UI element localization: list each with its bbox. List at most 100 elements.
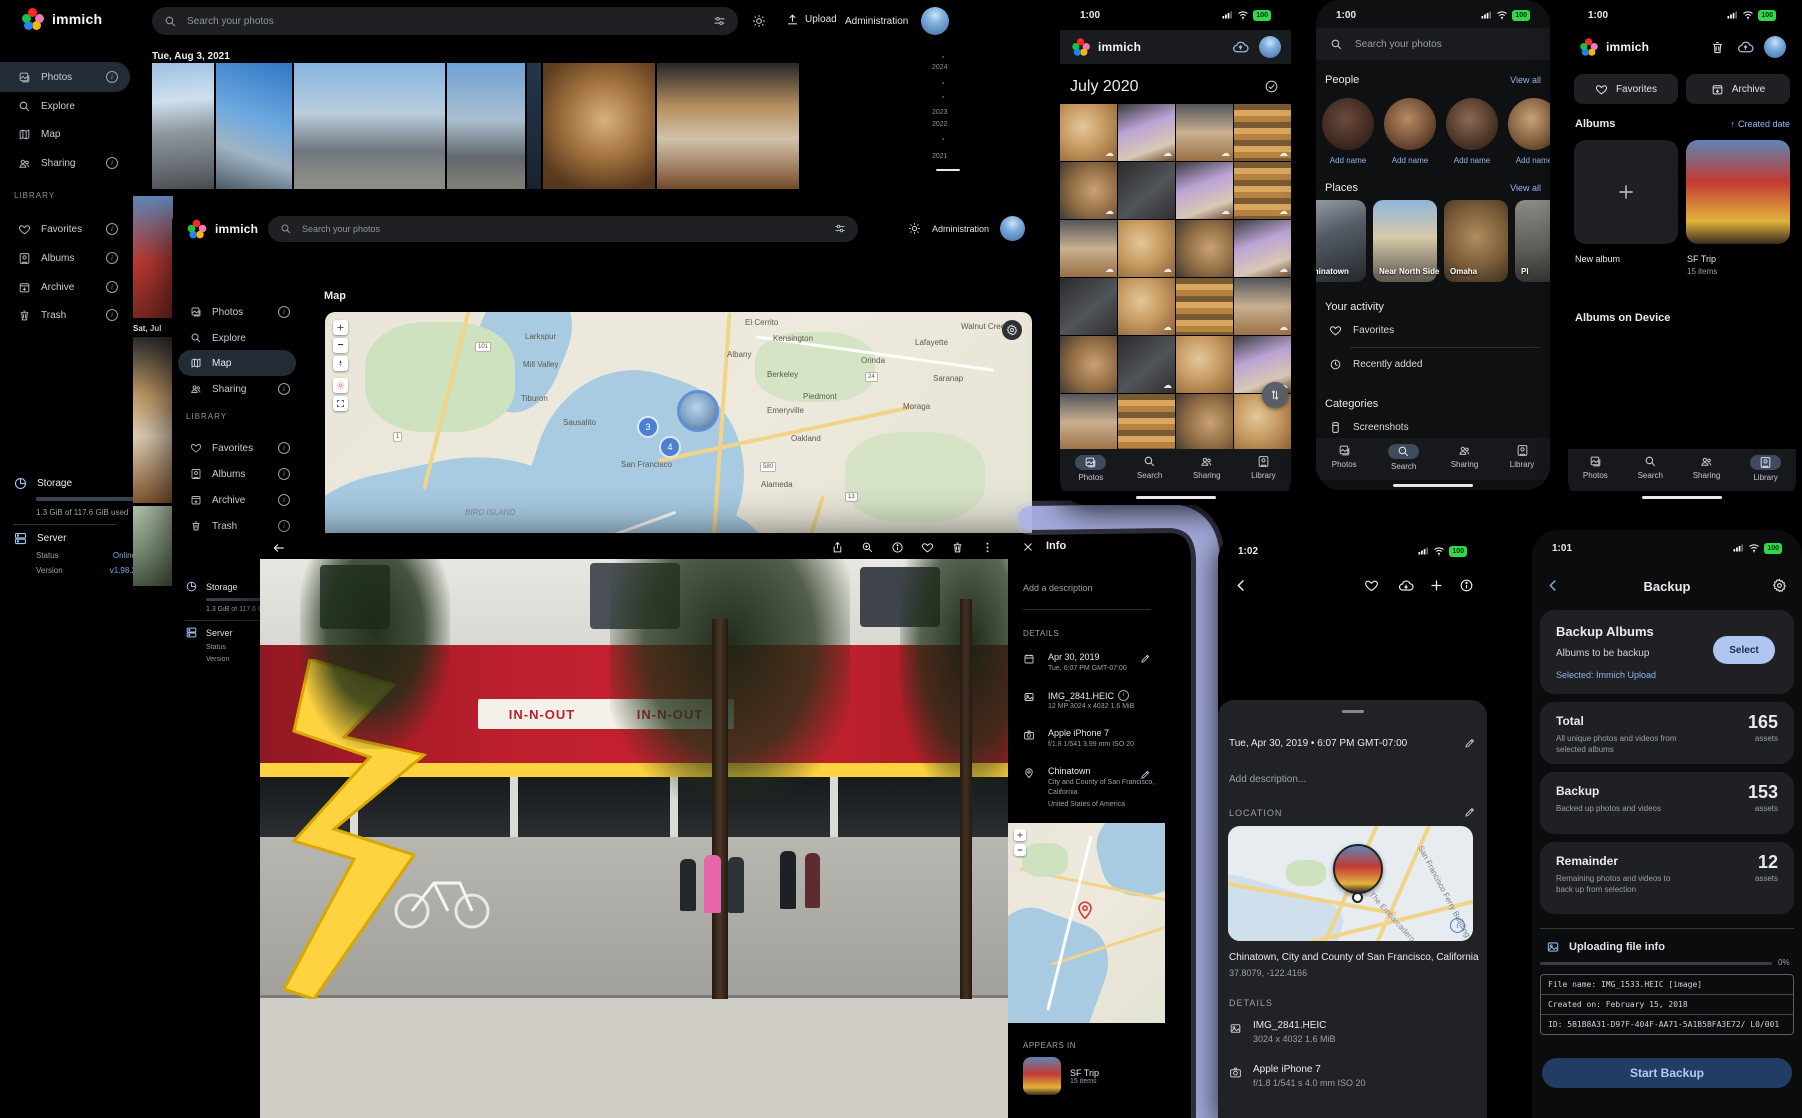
add-description-field[interactable]: Add description... — [1229, 774, 1306, 785]
photo-tile[interactable] — [1060, 394, 1117, 451]
photo-thumbnail[interactable] — [133, 337, 177, 503]
app-logo[interactable]: immich — [22, 8, 102, 30]
place-tile[interactable]: Near North Side — [1373, 200, 1437, 282]
photo-innout[interactable]: IN-N-OUT IN-N-OUT — [260, 559, 1008, 1118]
photo-tile[interactable]: ☁ — [1060, 104, 1117, 161]
info-circle-icon[interactable]: i — [106, 157, 118, 169]
sidebar-item-trash[interactable]: Trash i — [0, 301, 130, 329]
photo-tile[interactable] — [1118, 162, 1175, 219]
sidebar-item-explore[interactable]: Explore — [0, 92, 130, 120]
add-name-label[interactable]: Add name — [1446, 156, 1498, 165]
photo-tile[interactable] — [1060, 336, 1117, 393]
photo-tile[interactable]: ☁ — [1060, 220, 1117, 277]
edit-pencil-icon[interactable] — [1140, 769, 1151, 780]
info-icon[interactable] — [1459, 578, 1474, 593]
photo-tile[interactable]: ☁ — [1234, 162, 1291, 219]
nav-item-search[interactable]: Search — [1137, 455, 1162, 480]
photo-tile[interactable]: ☁ — [1118, 336, 1175, 393]
sheet-drag-handle[interactable] — [1342, 710, 1364, 713]
photo-thumbnail[interactable] — [294, 63, 445, 189]
place-tile[interactable]: Omaha — [1444, 200, 1508, 282]
photo-tile[interactable]: ☁ — [1234, 104, 1291, 161]
sidebar-item-favorites[interactable]: Favorites i — [172, 434, 300, 462]
sidebar-item-archive[interactable]: Archive i — [0, 273, 130, 301]
add-name-label[interactable]: Add name — [1508, 156, 1550, 165]
person-item[interactable]: Add name — [1322, 98, 1374, 165]
place-tile[interactable]: Pl — [1515, 200, 1550, 282]
edit-pencil-icon[interactable] — [1140, 653, 1151, 664]
people-view-all-link[interactable]: View all — [1510, 75, 1541, 85]
nav-item-library[interactable]: Library — [1750, 455, 1781, 482]
add-plus-icon[interactable] — [1429, 578, 1444, 593]
info-circle-icon[interactable]: i — [278, 520, 290, 532]
select-button[interactable]: Select — [1713, 636, 1775, 664]
new-album-card[interactable] — [1574, 140, 1678, 244]
back-chevron-icon[interactable] — [1234, 578, 1249, 593]
administration-button[interactable]: Administration — [932, 224, 989, 234]
sidebar-item-photos[interactable]: Photos i — [172, 298, 300, 326]
administration-button[interactable]: Administration — [845, 16, 908, 27]
sidebar-item-albums[interactable]: Albums i — [0, 244, 130, 272]
nav-item-library[interactable]: Library — [1510, 444, 1534, 469]
map-zoom-out-button[interactable]: − — [333, 338, 348, 353]
info-circle-icon[interactable]: i — [106, 281, 118, 293]
person-item[interactable]: Add name — [1508, 98, 1550, 165]
photo-thumbnail[interactable] — [543, 63, 655, 189]
delete-icon[interactable] — [951, 541, 964, 554]
favorite-heart-icon[interactable] — [921, 541, 934, 554]
upload-button[interactable]: Upload — [786, 13, 837, 26]
user-avatar[interactable] — [921, 7, 949, 35]
search-input[interactable]: Search your photos — [152, 7, 738, 35]
photo-thumbnail[interactable] — [216, 63, 292, 189]
activity-favorites[interactable]: Favorites — [1329, 324, 1394, 337]
nav-item-sharing[interactable]: Sharing — [1693, 455, 1721, 480]
map-compass-button[interactable] — [333, 356, 348, 371]
nav-item-photos[interactable]: Photos — [1583, 455, 1608, 480]
info-circle-icon[interactable]: i — [278, 442, 290, 454]
photo-tile[interactable]: ☁ — [1176, 162, 1233, 219]
photo-tile[interactable]: ☁ — [1060, 162, 1117, 219]
favorite-heart-icon[interactable] — [1364, 578, 1379, 593]
info-mini-map[interactable]: − — [1008, 823, 1165, 1023]
info-circle-icon[interactable]: i — [106, 309, 118, 321]
nav-item-search[interactable]: Search — [1638, 455, 1663, 480]
search-filter-icon[interactable] — [834, 223, 846, 235]
info-circle-icon[interactable]: i — [106, 223, 118, 235]
info-circle-icon[interactable]: i — [278, 494, 290, 506]
nav-item-library[interactable]: Library — [1251, 455, 1275, 480]
activity-recently-added[interactable]: Recently added — [1329, 358, 1423, 371]
nav-item-sharing[interactable]: Sharing — [1193, 455, 1221, 480]
photo-thumbnail[interactable] — [133, 196, 173, 318]
search-bar[interactable]: Search your photos — [1316, 28, 1550, 60]
info-icon[interactable] — [891, 541, 904, 554]
places-view-all-link[interactable]: View all — [1510, 183, 1541, 193]
info-circle-icon[interactable]: i — [278, 306, 290, 318]
sidebar-item-explore[interactable]: Explore — [172, 324, 300, 352]
add-name-label[interactable]: Add name — [1384, 156, 1436, 165]
search-input[interactable]: Search your photos — [268, 216, 858, 242]
nav-item-sharing[interactable]: Sharing — [1451, 444, 1479, 469]
cloud-download-icon[interactable] — [1398, 578, 1414, 594]
map-settings-button[interactable] — [1002, 320, 1022, 340]
sidebar-item-sharing[interactable]: Sharing i — [0, 149, 130, 177]
photo-tile[interactable]: ☁ — [1234, 278, 1291, 335]
search-filter-icon[interactable] — [713, 15, 726, 28]
user-avatar[interactable] — [1259, 36, 1281, 58]
select-all-check-icon[interactable] — [1264, 79, 1279, 94]
photo-tile[interactable]: ☁ — [1118, 220, 1175, 277]
info-circle-icon[interactable]: i — [278, 383, 290, 395]
info-circle-icon[interactable]: i — [278, 468, 290, 480]
add-name-label[interactable]: Add name — [1322, 156, 1374, 165]
map-fullscreen-button[interactable] — [333, 396, 348, 411]
photo-thumbnail[interactable] — [133, 506, 177, 586]
sidebar-item-favorites[interactable]: Favorites i — [0, 215, 130, 243]
sidebar-item-sharing[interactable]: Sharing i — [172, 375, 300, 403]
sidebar-item-map[interactable]: Map — [0, 120, 130, 148]
scrubber-handle[interactable] — [936, 169, 960, 171]
cloud-sync-icon[interactable] — [1737, 39, 1754, 56]
person-item[interactable]: Add name — [1384, 98, 1436, 165]
info-circle-icon[interactable]: i — [106, 252, 118, 264]
cloud-sync-icon[interactable] — [1232, 39, 1249, 56]
photo-tile[interactable]: ☁ — [1118, 278, 1175, 335]
photo-tile[interactable]: ☁ — [1234, 220, 1291, 277]
